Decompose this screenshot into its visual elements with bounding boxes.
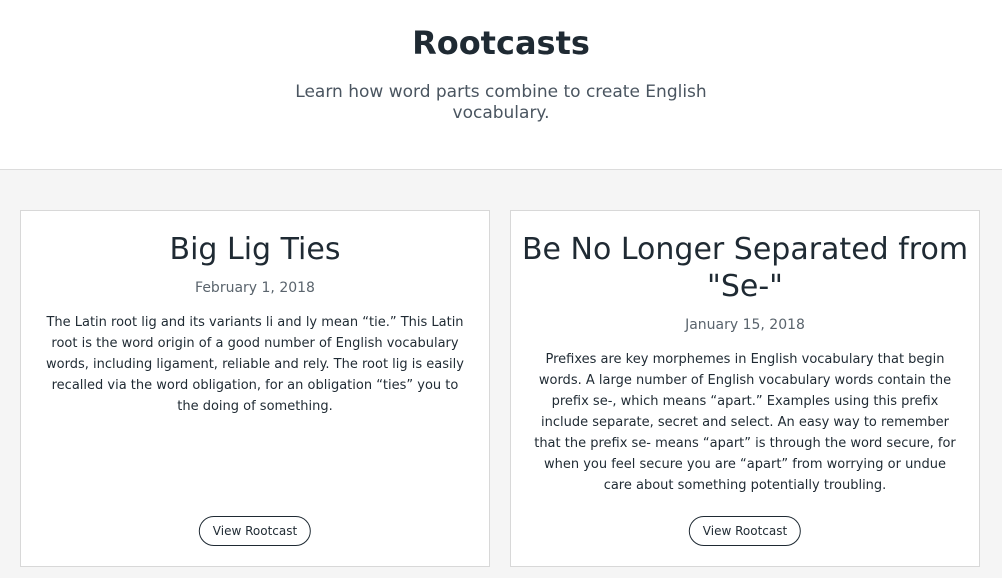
page-title: Rootcasts: [412, 24, 590, 62]
rootcast-date: January 15, 2018: [685, 317, 805, 333]
page-subtitle: Learn how word parts combine to create E…: [295, 82, 707, 123]
rootcast-title[interactable]: Be No Longer Separated from "Se-": [511, 211, 979, 305]
rootcast-card: Big Lig Ties February 1, 2018 The Latin …: [20, 210, 490, 567]
rootcast-date: February 1, 2018: [195, 280, 315, 296]
rootcast-list: Big Lig Ties February 1, 2018 The Latin …: [0, 170, 1002, 577]
view-rootcast-button[interactable]: View Rootcast: [688, 516, 802, 546]
page-header: Rootcasts Learn how word parts combine t…: [0, 0, 1002, 170]
view-rootcast-button[interactable]: View Rootcast: [198, 516, 312, 546]
rootcast-excerpt: The Latin root lig and its variants li a…: [46, 315, 464, 414]
rootcast-card: Be No Longer Separated from "Se-" Januar…: [510, 210, 980, 567]
rootcast-title[interactable]: Big Lig Ties: [21, 211, 489, 268]
rootcast-excerpt: Prefixes are key morphemes in English vo…: [534, 352, 956, 493]
